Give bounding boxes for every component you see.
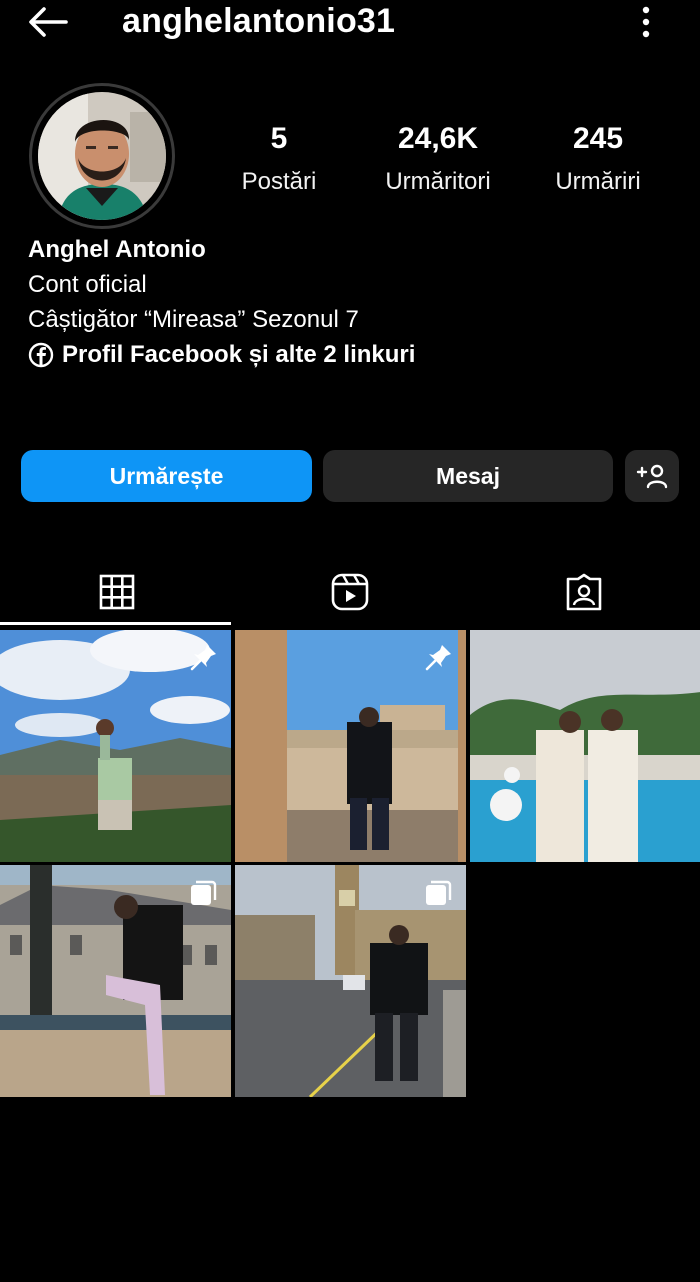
tab-posts-grid[interactable] bbox=[0, 560, 233, 624]
carousel-icon bbox=[191, 880, 217, 905]
posts-label: Postări bbox=[241, 168, 317, 195]
back-arrow-icon[interactable] bbox=[26, 4, 70, 40]
tagged-icon bbox=[566, 573, 601, 611]
post-thumbnail[interactable] bbox=[235, 630, 466, 862]
tab-tagged[interactable] bbox=[467, 560, 700, 624]
tab-reels[interactable] bbox=[233, 560, 466, 624]
profile-bio-text: Câștigător “Mireasa” Sezonul 7 bbox=[28, 306, 359, 333]
profile-avatar[interactable] bbox=[38, 92, 166, 220]
profile-name: Anghel Antonio bbox=[28, 236, 206, 263]
follow-button[interactable]: Urmărește bbox=[21, 450, 312, 502]
carousel-icon bbox=[426, 880, 452, 905]
following-count: 245 bbox=[572, 122, 624, 155]
posts-count: 5 bbox=[270, 122, 288, 155]
message-button[interactable]: Mesaj bbox=[323, 450, 613, 502]
stat-posts[interactable]: 5 Postări bbox=[219, 121, 339, 197]
add-user-button[interactable] bbox=[625, 450, 679, 502]
following-label: Urmăriri bbox=[555, 168, 641, 195]
followers-count: 24,6K bbox=[397, 122, 479, 155]
pin-icon bbox=[425, 645, 451, 671]
stat-followers[interactable]: 24,6K Urmăritori bbox=[368, 121, 508, 197]
pin-icon bbox=[190, 645, 216, 671]
profile-bio: Anghel Antonio Cont oficial Câștigător “… bbox=[28, 232, 415, 372]
profile-username: anghelantonio31 bbox=[122, 2, 396, 40]
facebook-icon bbox=[28, 342, 54, 367]
add-person-icon bbox=[636, 464, 668, 489]
profile-links[interactable]: Profil Facebook și alte 2 linkuri bbox=[28, 337, 415, 372]
followers-label: Urmăritori bbox=[385, 168, 491, 195]
post-thumbnail[interactable] bbox=[235, 865, 466, 1097]
more-options-icon[interactable] bbox=[628, 2, 664, 42]
post-thumbnail[interactable] bbox=[0, 630, 231, 862]
reels-icon bbox=[331, 573, 368, 611]
stat-following[interactable]: 245 Urmăriri bbox=[533, 121, 663, 197]
post-thumbnail[interactable] bbox=[470, 630, 700, 862]
post-thumbnail[interactable] bbox=[0, 865, 231, 1097]
profile-category: Cont oficial bbox=[28, 271, 147, 298]
active-tab-indicator bbox=[0, 622, 231, 625]
grid-icon bbox=[99, 574, 134, 610]
profile-links-text: Profil Facebook și alte 2 linkuri bbox=[62, 341, 416, 368]
